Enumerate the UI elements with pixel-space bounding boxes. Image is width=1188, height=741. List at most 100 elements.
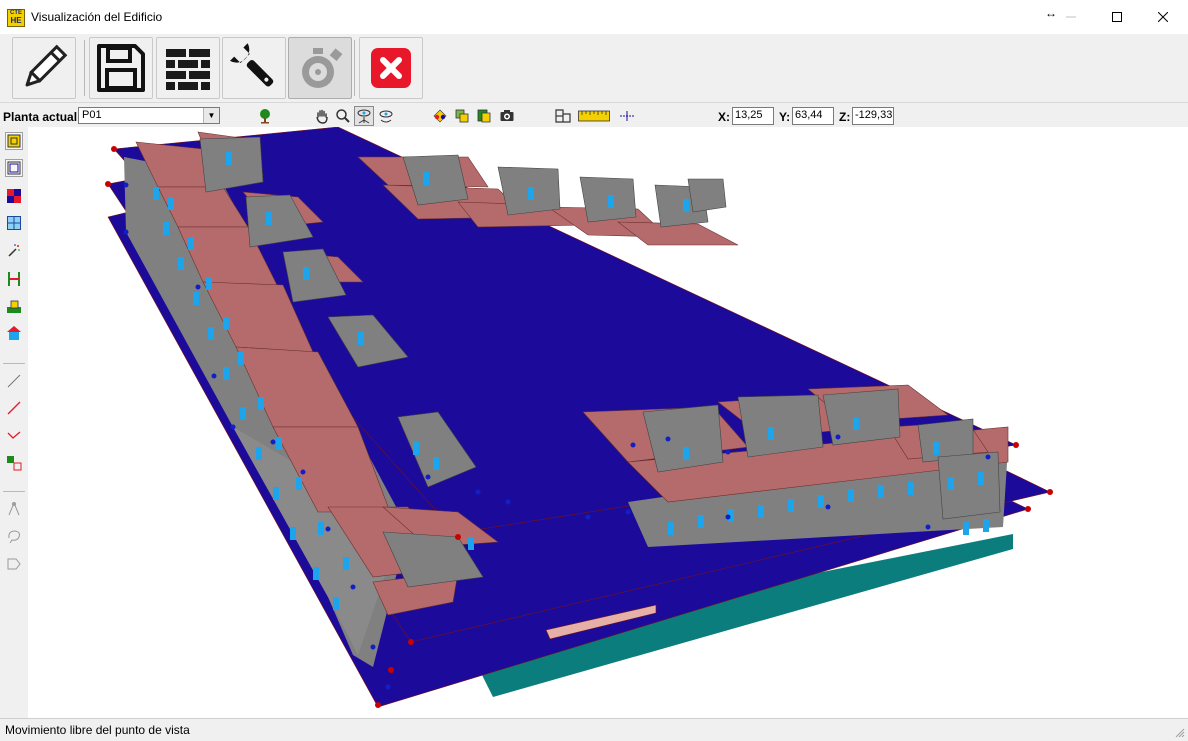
toolbar-separator (84, 40, 85, 96)
planta-label: Planta actual (3, 110, 78, 124)
window-pane (188, 237, 194, 250)
eye-axes-icon (357, 109, 371, 124)
edit-button[interactable] (12, 37, 76, 99)
lasso-tool-button[interactable] (5, 527, 23, 545)
free-view-button[interactable] (354, 106, 374, 126)
select-floor-button[interactable] (5, 132, 23, 150)
pan-button[interactable] (312, 106, 332, 126)
roof-tool-button[interactable] (5, 324, 23, 342)
magic-tool-button[interactable] (5, 241, 23, 259)
z-coordinate-input[interactable]: -129,33 (852, 107, 894, 125)
red-x-icon (371, 48, 411, 88)
window-pane (208, 327, 214, 340)
red-line-icon (7, 401, 21, 415)
select-room-button[interactable] (5, 159, 23, 177)
polyline-icon (7, 431, 21, 439)
window-pane (343, 557, 349, 570)
y-coordinate-input[interactable]: 63,44 (792, 107, 834, 125)
maximize-icon (1112, 12, 1122, 22)
window-pane (318, 522, 324, 535)
settings-button[interactable] (222, 37, 286, 99)
window-pane (223, 317, 229, 330)
save-button[interactable] (89, 37, 153, 99)
window-pane (238, 352, 244, 365)
red-line-tool-button[interactable] (5, 399, 23, 417)
vertex-node (375, 702, 381, 708)
polyline-tool-button[interactable] (5, 426, 23, 444)
vertex-node (123, 229, 129, 235)
app-icon-bottom: HE (10, 16, 22, 25)
status-bar: Movimiento libre del punto de vista (0, 718, 1188, 741)
vertex-node (835, 434, 841, 440)
vertex-node (105, 181, 111, 187)
vertex-node (585, 514, 591, 520)
yellow-square-icon (7, 134, 21, 148)
title-bar: CTE HE Visualización del Edificio ↔ (0, 0, 1188, 35)
frame-icon (8, 272, 20, 286)
eye-orbit-icon (379, 110, 393, 123)
minimize-button[interactable] (1048, 0, 1094, 34)
house-icon (7, 326, 21, 340)
vertex-node (825, 504, 831, 510)
vertex-node (625, 509, 631, 515)
materials-button[interactable] (156, 37, 220, 99)
vertex-node (425, 474, 431, 480)
tree-view-button[interactable] (255, 106, 275, 126)
grid-colors-button[interactable] (5, 187, 23, 205)
window-pane (226, 152, 232, 165)
shading-button[interactable] (474, 106, 494, 126)
terrain-tool-button[interactable] (5, 297, 23, 315)
planta-select[interactable]: P01 ▼ (78, 107, 220, 124)
vertex-node (408, 639, 414, 645)
polygon-tool-button[interactable] (5, 555, 23, 573)
color-grid-icon (7, 189, 21, 203)
window-pane (266, 212, 272, 225)
vertex-node (388, 667, 394, 673)
copy-tool-button[interactable] (5, 454, 23, 472)
vertex-node (230, 424, 236, 430)
window-pane (683, 447, 689, 460)
snapshot-button[interactable] (497, 106, 517, 126)
window-pane (683, 199, 689, 212)
vertex-node (1047, 489, 1053, 495)
vertex-node (455, 534, 461, 540)
window-tool-button[interactable] (5, 214, 23, 232)
window-pane (768, 427, 774, 440)
close-tool-button[interactable] (359, 37, 423, 99)
window-pane (240, 407, 246, 420)
z-label: Z: (839, 110, 851, 124)
axis-icon (620, 111, 634, 121)
zoom-button[interactable] (333, 106, 353, 126)
vertex-node (270, 439, 276, 445)
window-pane (788, 499, 794, 512)
vertex-node (475, 489, 481, 495)
3d-viewport[interactable] (28, 126, 1188, 718)
maximize-button[interactable] (1094, 0, 1140, 34)
timer-button[interactable] (288, 37, 352, 99)
orbit-view-button[interactable] (376, 106, 396, 126)
chevron-down-icon[interactable]: ▼ (203, 108, 219, 123)
window-pane (818, 495, 824, 508)
x-coordinate-input[interactable]: 13,25 (732, 107, 774, 125)
floppy-disk-icon (97, 44, 145, 92)
compass-tool-button[interactable] (5, 500, 23, 518)
window-pane (423, 172, 429, 185)
window-pane (908, 482, 914, 495)
colors-button[interactable] (430, 106, 450, 126)
column-tool-button[interactable] (5, 270, 23, 288)
vertex-node (725, 449, 731, 455)
close-button[interactable] (1140, 0, 1186, 34)
window-pane (933, 442, 939, 455)
plan-view-button[interactable] (553, 106, 573, 126)
window-title: Visualización del Edificio (31, 10, 163, 24)
window-pane (358, 332, 364, 345)
window-pane (273, 487, 279, 500)
vertex-node (1025, 506, 1031, 512)
measure-button[interactable] (576, 106, 612, 126)
window-pane (193, 292, 199, 305)
app-icon: CTE HE (7, 9, 25, 27)
vertex-node (925, 524, 931, 530)
layers-button[interactable] (452, 106, 472, 126)
line-tool-button[interactable] (5, 372, 23, 390)
axis-button[interactable] (617, 106, 637, 126)
